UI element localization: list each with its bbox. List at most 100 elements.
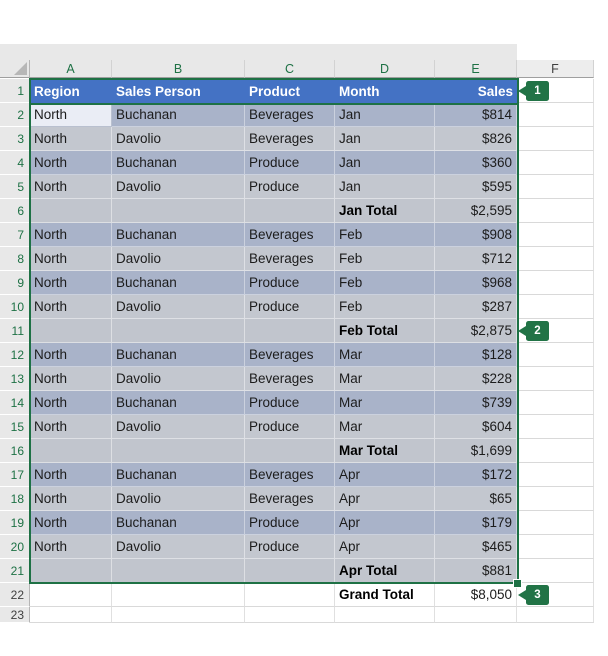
cell-A4[interactable]: North bbox=[30, 151, 112, 175]
cell-A23[interactable] bbox=[30, 607, 112, 623]
cell-F16[interactable] bbox=[517, 439, 594, 463]
cell-E22[interactable]: $8,050 bbox=[435, 583, 517, 607]
cell-E7[interactable]: $908 bbox=[435, 223, 517, 247]
cell-B4[interactable]: Buchanan bbox=[112, 151, 245, 175]
cell-A19[interactable]: North bbox=[30, 511, 112, 535]
cell-C3[interactable]: Beverages bbox=[245, 127, 335, 151]
cell-D7[interactable]: Feb bbox=[335, 223, 435, 247]
cell-C4[interactable]: Produce bbox=[245, 151, 335, 175]
cell-F3[interactable] bbox=[517, 127, 594, 151]
cell-B12[interactable]: Buchanan bbox=[112, 343, 245, 367]
cell-F12[interactable] bbox=[517, 343, 594, 367]
cell-F5[interactable] bbox=[517, 175, 594, 199]
cell-A1[interactable]: Region bbox=[30, 79, 112, 103]
cell-D2[interactable]: Jan bbox=[335, 103, 435, 127]
cell-A15[interactable]: North bbox=[30, 415, 112, 439]
cell-F18[interactable] bbox=[517, 487, 594, 511]
cell-A18[interactable]: North bbox=[30, 487, 112, 511]
row-header-18[interactable]: 18 bbox=[0, 487, 30, 511]
row-header-8[interactable]: 8 bbox=[0, 247, 30, 271]
cell-E6[interactable]: $2,595 bbox=[435, 199, 517, 223]
cell-A5[interactable]: North bbox=[30, 175, 112, 199]
cell-B15[interactable]: Davolio bbox=[112, 415, 245, 439]
row-header-4[interactable]: 4 bbox=[0, 151, 30, 175]
cell-D19[interactable]: Apr bbox=[335, 511, 435, 535]
cell-E17[interactable]: $172 bbox=[435, 463, 517, 487]
cell-C13[interactable]: Beverages bbox=[245, 367, 335, 391]
cell-E15[interactable]: $604 bbox=[435, 415, 517, 439]
row-header-7[interactable]: 7 bbox=[0, 223, 30, 247]
cell-B2[interactable]: Buchanan bbox=[112, 103, 245, 127]
cell-C6[interactable] bbox=[245, 199, 335, 223]
cell-D9[interactable]: Feb bbox=[335, 271, 435, 295]
cell-C22[interactable] bbox=[245, 583, 335, 607]
cell-D14[interactable]: Mar bbox=[335, 391, 435, 415]
cell-C21[interactable] bbox=[245, 559, 335, 583]
cell-C11[interactable] bbox=[245, 319, 335, 343]
cell-B22[interactable] bbox=[112, 583, 245, 607]
cell-A3[interactable]: North bbox=[30, 127, 112, 151]
cell-B11[interactable] bbox=[112, 319, 245, 343]
cell-E3[interactable]: $826 bbox=[435, 127, 517, 151]
column-header-C[interactable]: C bbox=[245, 60, 335, 78]
cell-D1[interactable]: Month bbox=[335, 79, 435, 103]
cell-E1[interactable]: Sales bbox=[435, 79, 517, 103]
cell-C14[interactable]: Produce bbox=[245, 391, 335, 415]
column-header-D[interactable]: D bbox=[335, 60, 435, 78]
cell-A17[interactable]: North bbox=[30, 463, 112, 487]
cell-B3[interactable]: Davolio bbox=[112, 127, 245, 151]
cell-B9[interactable]: Buchanan bbox=[112, 271, 245, 295]
cell-B8[interactable]: Davolio bbox=[112, 247, 245, 271]
cell-D20[interactable]: Apr bbox=[335, 535, 435, 559]
select-all-corner[interactable] bbox=[0, 60, 30, 78]
cell-A8[interactable]: North bbox=[30, 247, 112, 271]
cell-A21[interactable] bbox=[30, 559, 112, 583]
cell-A20[interactable]: North bbox=[30, 535, 112, 559]
column-header-E[interactable]: E bbox=[435, 60, 517, 78]
cell-C15[interactable]: Produce bbox=[245, 415, 335, 439]
cell-A2[interactable]: North bbox=[30, 103, 112, 127]
cell-D18[interactable]: Apr bbox=[335, 487, 435, 511]
cell-F13[interactable] bbox=[517, 367, 594, 391]
cell-A16[interactable] bbox=[30, 439, 112, 463]
cell-C18[interactable]: Beverages bbox=[245, 487, 335, 511]
row-header-19[interactable]: 19 bbox=[0, 511, 30, 535]
cell-E11[interactable]: $2,875 bbox=[435, 319, 517, 343]
row-header-3[interactable]: 3 bbox=[0, 127, 30, 151]
cell-B6[interactable] bbox=[112, 199, 245, 223]
cell-C7[interactable]: Beverages bbox=[245, 223, 335, 247]
cell-E19[interactable]: $179 bbox=[435, 511, 517, 535]
cell-F9[interactable] bbox=[517, 271, 594, 295]
cell-B19[interactable]: Buchanan bbox=[112, 511, 245, 535]
row-header-1[interactable]: 1 bbox=[0, 79, 30, 103]
cell-D3[interactable]: Jan bbox=[335, 127, 435, 151]
cell-E2[interactable]: $814 bbox=[435, 103, 517, 127]
cell-D15[interactable]: Mar bbox=[335, 415, 435, 439]
cell-F15[interactable] bbox=[517, 415, 594, 439]
cell-A22[interactable] bbox=[30, 583, 112, 607]
cell-E12[interactable]: $128 bbox=[435, 343, 517, 367]
cell-A12[interactable]: North bbox=[30, 343, 112, 367]
cell-D21[interactable]: Apr Total bbox=[335, 559, 435, 583]
cell-C16[interactable] bbox=[245, 439, 335, 463]
cell-F7[interactable] bbox=[517, 223, 594, 247]
cell-E21[interactable]: $881 bbox=[435, 559, 517, 583]
cell-F10[interactable] bbox=[517, 295, 594, 319]
cell-F23[interactable] bbox=[517, 607, 594, 623]
cell-E5[interactable]: $595 bbox=[435, 175, 517, 199]
cell-C12[interactable]: Beverages bbox=[245, 343, 335, 367]
row-header-20[interactable]: 20 bbox=[0, 535, 30, 559]
cell-D6[interactable]: Jan Total bbox=[335, 199, 435, 223]
row-header-13[interactable]: 13 bbox=[0, 367, 30, 391]
cell-E23[interactable] bbox=[435, 607, 517, 623]
row-header-21[interactable]: 21 bbox=[0, 559, 30, 583]
cell-A6[interactable] bbox=[30, 199, 112, 223]
cell-C5[interactable]: Produce bbox=[245, 175, 335, 199]
cell-D22[interactable]: Grand Total bbox=[335, 583, 435, 607]
cell-B21[interactable] bbox=[112, 559, 245, 583]
row-header-6[interactable]: 6 bbox=[0, 199, 30, 223]
cell-A13[interactable]: North bbox=[30, 367, 112, 391]
cell-C23[interactable] bbox=[245, 607, 335, 623]
cell-B23[interactable] bbox=[112, 607, 245, 623]
column-header-F[interactable]: F bbox=[517, 60, 594, 78]
